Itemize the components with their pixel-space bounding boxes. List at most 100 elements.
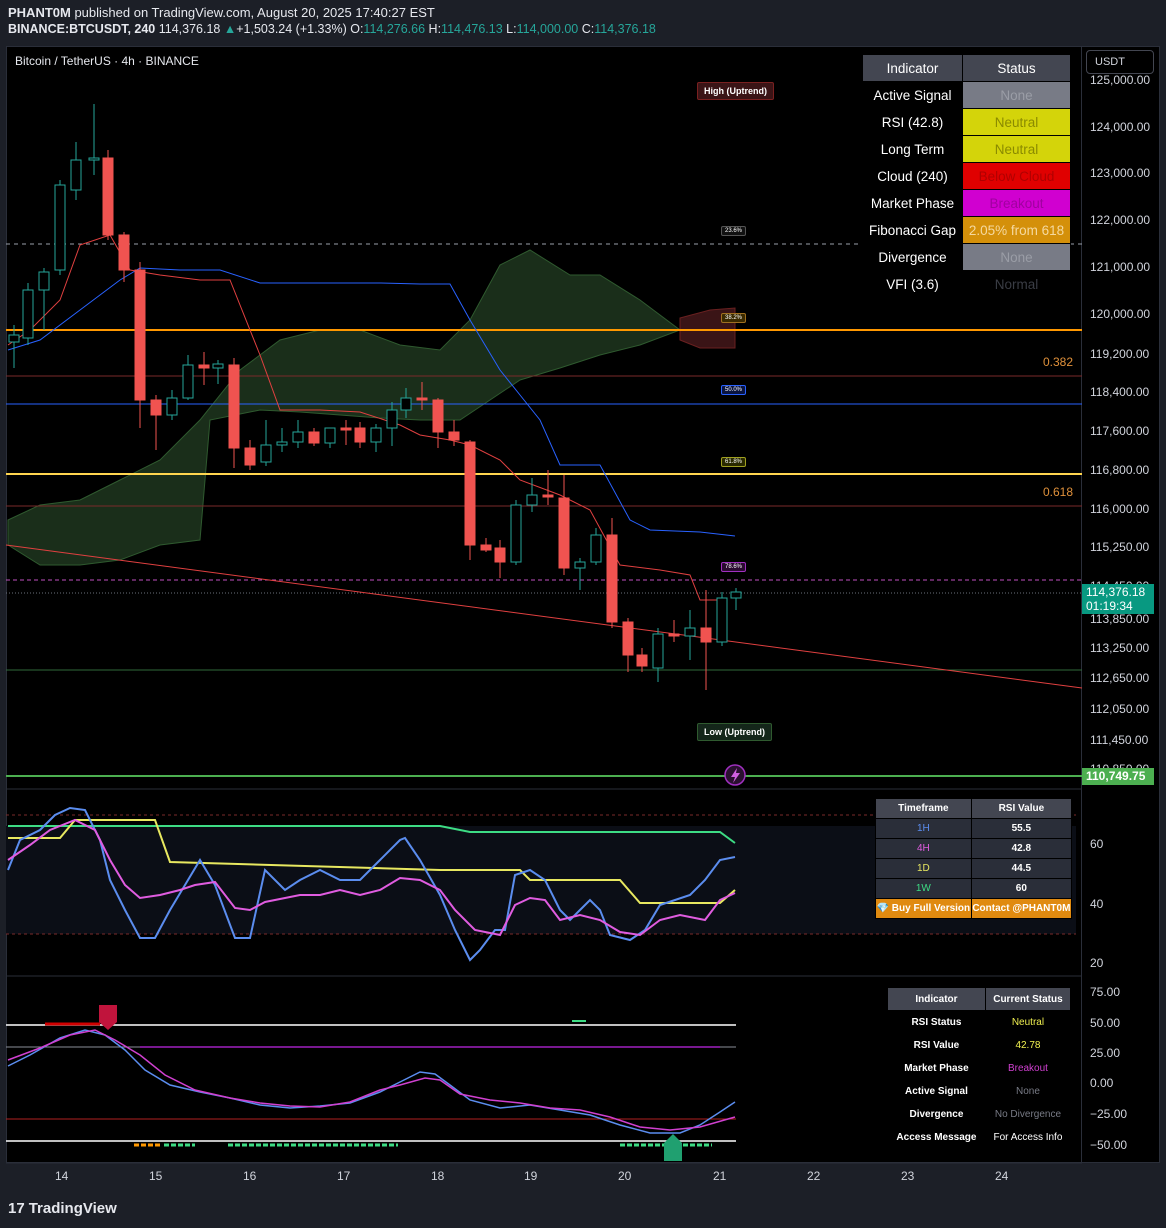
candle-body[interactable] [558,497,570,569]
time-tick[interactable]: 16 [243,1169,256,1183]
fib-382-side-label: 0.382 [1043,355,1074,369]
last-price-value: 114,376.18 [1086,585,1146,599]
tradingview-logo[interactable]: 17 TradingView [8,1200,117,1217]
indicator-status: Normal [962,270,1071,298]
candle-body[interactable] [54,184,66,271]
candle-body[interactable] [340,427,352,431]
candle-body[interactable] [166,397,178,416]
candle-body[interactable] [22,289,34,339]
candle-body[interactable] [636,654,648,667]
time-tick[interactable]: 14 [55,1169,68,1183]
rsi-timeframe: 1H [875,818,972,839]
candle-body[interactable] [88,157,100,161]
candle-body[interactable] [150,399,162,416]
contact-link[interactable]: Contact @PHANT0M [970,898,1073,919]
status-value: Breakout [984,1056,1072,1080]
candle-body[interactable] [386,409,398,429]
indicator-row: Cloud (240) Below Cloud [862,162,1071,190]
price-tick: 117,600.00 [1090,424,1150,438]
candle-body[interactable] [134,269,146,401]
rsi-value: 55.5 [970,818,1073,839]
rsi-row: 4H 42.8 [875,838,1073,859]
price-tick: 122,000.00 [1090,213,1151,227]
status-label: RSI Status [887,1010,986,1034]
candle-body[interactable] [400,397,412,411]
indicator-row: Active Signal None [862,81,1071,109]
rsi-timeframe: 1W [875,878,972,899]
candle-body[interactable] [416,397,428,401]
status-value: No Divergence [984,1102,1072,1126]
indicator-row: VFI (3.6) Normal [862,270,1071,298]
candle-body[interactable] [448,431,460,441]
candle-body[interactable] [622,621,634,656]
last-price-badge[interactable]: 114,376.18 01:19:34 [1082,584,1154,614]
candle-body[interactable] [684,627,696,637]
candle-body[interactable] [730,591,742,599]
price-tick: 112,050.00 [1090,702,1150,716]
candle-body[interactable] [526,494,538,506]
buy-full-version-link[interactable]: 💎 Buy Full Version [875,898,972,919]
candle-body[interactable] [182,364,194,399]
candle-body[interactable] [198,364,210,369]
candle-body[interactable] [432,399,444,433]
candle-body[interactable] [276,441,288,446]
candle-body[interactable] [574,561,586,569]
indicator-status: Neutral [962,108,1071,136]
time-tick[interactable]: 20 [618,1169,631,1183]
candle-body[interactable] [354,427,366,443]
chart-legend-title[interactable]: Bitcoin / TetherUS · 4h · BINANCE [15,54,199,68]
candle-body[interactable] [118,234,130,271]
time-tick[interactable]: 18 [431,1169,444,1183]
time-tick[interactable]: 21 [713,1169,726,1183]
candle-body[interactable] [716,597,728,643]
time-tick[interactable]: 22 [807,1169,820,1183]
time-tick[interactable]: 17 [337,1169,350,1183]
candle-body[interactable] [606,534,618,623]
indicator-label: Divergence [862,243,963,271]
candle-body[interactable] [510,504,522,563]
candle-body[interactable] [292,431,304,443]
candle-body[interactable] [260,444,272,463]
indicator-row: Market Phase Breakout [862,189,1071,217]
indicator-label: Market Phase [862,189,963,217]
candle-body[interactable] [480,544,492,551]
candle-body[interactable] [590,534,602,563]
trendline[interactable] [5,544,1083,689]
fib-618-tag: 61.8% [721,457,747,467]
indicator-label: RSI (42.8) [862,108,963,136]
candle-body[interactable] [102,157,114,236]
candle-body[interactable] [212,363,224,369]
buy-signal-icon[interactable] [664,1134,682,1161]
candle-body[interactable] [38,271,50,291]
indicator-status: None [962,243,1071,271]
candle-body[interactable] [668,633,680,637]
sell-signal-icon[interactable] [99,1005,117,1030]
candle-body[interactable] [542,494,554,498]
candle-body[interactable] [652,633,664,669]
rsi-timeframe: 4H [875,838,972,859]
candle-body[interactable] [70,159,82,191]
time-tick[interactable]: 23 [901,1169,914,1183]
green-level-badge[interactable]: 110,749.75 [1082,768,1154,785]
candle-body[interactable] [494,547,506,563]
osc-header-status: Current Status [984,987,1072,1011]
rsi-timeframe-table: Timeframe RSI Value 1H 55.5 4H 42.8 1D 44.5 1W… [875,798,1073,919]
candle-body[interactable] [370,427,382,443]
indicator-label: Long Term [862,135,963,163]
candle-body[interactable] [8,334,20,343]
currency-button[interactable]: USDT [1086,50,1154,74]
indicator-label: VFI (3.6) [862,270,963,298]
indicator-status: None [962,81,1071,109]
candle-body[interactable] [464,441,476,546]
time-tick[interactable]: 24 [995,1169,1008,1183]
candle-body[interactable] [244,447,256,466]
price-tick: 118,400.00 [1090,385,1150,399]
fib-786-tag: 78.6% [721,562,747,572]
time-tick[interactable]: 19 [524,1169,537,1183]
candle-body[interactable] [324,427,336,444]
candle-body[interactable] [308,431,320,444]
candle-body[interactable] [228,364,240,449]
candle-body[interactable] [700,627,712,643]
rsi-tick: 40 [1090,897,1104,911]
time-tick[interactable]: 15 [149,1169,162,1183]
